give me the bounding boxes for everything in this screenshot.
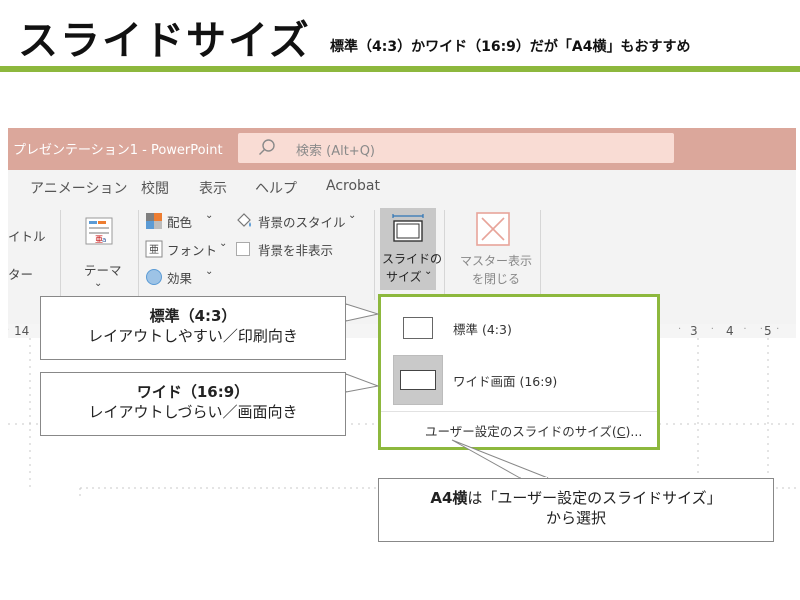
callout-wide: ワイド（16:9） レイアウトしづらい／画面向き — [40, 372, 346, 436]
callout-standard: 標準（4:3） レイアウトしやすい／印刷向き — [40, 296, 346, 360]
callout-standard-desc: レイアウトしやすい／印刷向き — [88, 327, 298, 345]
callout-a4-rest: は「ユーザー設定のスライドサイズ」 — [467, 489, 722, 507]
callout-a4: A4横は「ユーザー設定のスライドサイズ」 から選択 — [378, 478, 774, 542]
callout-a4-bold: A4横 — [430, 489, 468, 507]
callout-standard-title: 標準（4:3） — [149, 307, 237, 325]
callout-wide-title: ワイド（16:9） — [136, 383, 250, 401]
callout-wide-desc: レイアウトしづらい／画面向き — [88, 403, 298, 421]
callout-a4-line2: から選択 — [545, 509, 606, 527]
